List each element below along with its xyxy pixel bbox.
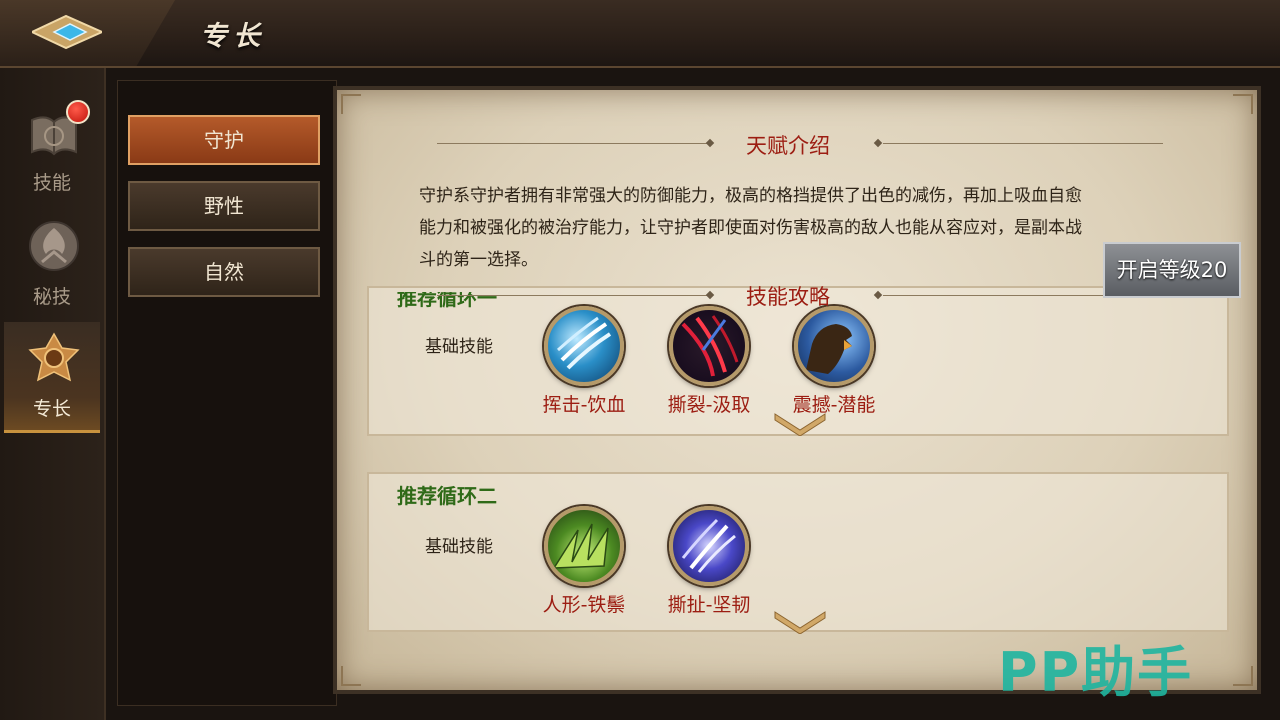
rend-drain-icon <box>669 306 749 386</box>
divider-ornament <box>705 138 715 148</box>
skill-slot[interactable]: 撕裂-汲取 <box>654 306 764 417</box>
page-title: 专长 <box>200 21 266 52</box>
description-line: 守护系守护者拥有非常强大的防御能力，极高的格挡提供了出色的减伤，再加上吸血自愈 <box>419 186 1082 206</box>
expand-chevron-icon[interactable] <box>773 412 827 436</box>
corner-ornament <box>1233 94 1253 114</box>
skill-slot[interactable]: 挥击-饮血 <box>529 306 639 417</box>
description-line: 斗的第一选择。 <box>419 250 538 270</box>
left-nav: 技能 秘技 专长 <box>0 68 106 720</box>
maul-fortitude-icon <box>669 506 749 586</box>
skill-name: 人形-铁鬃 <box>542 594 626 616</box>
nav-item-secret-skills[interactable]: 秘技 <box>4 210 100 318</box>
back-button[interactable] <box>0 0 175 66</box>
expand-chevron-icon[interactable] <box>773 610 827 634</box>
divider-ornament <box>873 138 883 148</box>
corner-ornament <box>341 94 361 114</box>
secret-skill-icon <box>29 221 79 271</box>
bear-roar-icon <box>794 306 874 386</box>
skill-slot[interactable]: 震撼-潜能 <box>779 306 889 417</box>
divider <box>437 143 707 144</box>
nav-item-skills[interactable]: 技能 <box>4 98 100 206</box>
skill-name: 撕扯-坚韧 <box>667 594 751 616</box>
skill-slot[interactable]: 人形-铁鬃 <box>529 506 639 617</box>
content-parchment: 天赋介绍 守护系守护者拥有非常强大的防御能力，极高的格挡提供了出色的减伤，再加上… <box>333 86 1261 694</box>
nav-item-label: 秘技 <box>32 286 71 308</box>
nav-item-specialty[interactable]: 专长 <box>4 322 100 433</box>
basic-skills-label: 基础技能 <box>425 337 493 357</box>
notification-badge <box>66 100 90 124</box>
corner-ornament <box>1233 666 1253 686</box>
divider <box>883 143 1163 144</box>
skill-name: 撕裂-汲取 <box>667 394 751 416</box>
back-arrow-icon <box>32 14 102 50</box>
top-bar: 专长 <box>0 0 1280 68</box>
talent-title: 天赋介绍 <box>746 134 830 158</box>
nav-item-label: 专长 <box>32 398 71 420</box>
basic-skills-label: 基础技能 <box>425 537 493 557</box>
unlock-level-button[interactable]: 开启等级20 <box>1103 242 1241 298</box>
tab-guardian[interactable]: 守护 <box>128 115 320 165</box>
watermark: PP助手 <box>998 641 1194 704</box>
nav-item-label: 技能 <box>32 172 71 194</box>
iron-mane-icon <box>544 506 624 586</box>
guide-title: 技能攻略 <box>746 285 830 309</box>
description-line: 能力和被强化的被治疗能力，让守护者即使面对伤害极高的敌人也能从容应对，是副本战 <box>419 218 1082 238</box>
divider <box>437 295 707 296</box>
tab-feral[interactable]: 野性 <box>128 181 320 231</box>
skill-slot[interactable]: 撕扯-坚韧 <box>654 506 764 617</box>
talent-description: 守护系守护者拥有非常强大的防御能力，极高的格挡提供了出色的减伤，再加上吸血自愈 … <box>419 180 1189 276</box>
rotation-title: 推荐循环二 <box>397 484 497 508</box>
specialty-emblem-icon <box>28 332 80 382</box>
skill-name: 挥击-饮血 <box>542 394 626 416</box>
tab-nature[interactable]: 自然 <box>128 247 320 297</box>
rotation-title: 推荐循环一 <box>397 286 497 310</box>
specialization-tab-panel: 守护 野性 自然 <box>117 80 337 706</box>
claw-strike-icon <box>544 306 624 386</box>
rotation-card: 推荐循环二 基础技能 人形-铁鬃 撕扯-坚韧 <box>367 472 1229 634</box>
corner-ornament <box>341 666 361 686</box>
